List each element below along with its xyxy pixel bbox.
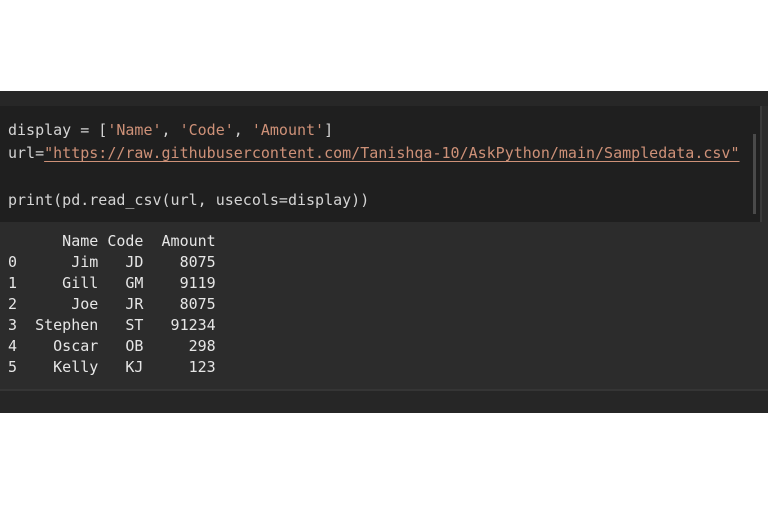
- dataframe-row: 2 Joe JR 8075: [8, 295, 216, 313]
- dataframe-row: 1 Gill GM 9119: [8, 274, 216, 292]
- code-line-print: print(pd.read_csv(url, usecols=display)): [8, 191, 370, 209]
- dataframe-row: 3 Stephen ST 91234: [8, 316, 216, 334]
- code-token: ,: [233, 121, 252, 139]
- cell-toolbar-strip: [0, 91, 768, 106]
- code-cell[interactable]: display = ['Name', 'Code', 'Amount'] url…: [0, 106, 762, 222]
- output-footer-band: [0, 389, 768, 413]
- dataframe-row: 5 Kelly KJ 123: [8, 358, 216, 376]
- url-string-link[interactable]: "https://raw.githubusercontent.com/Tanis…: [44, 144, 739, 162]
- string-literal-name: 'Name': [107, 121, 162, 139]
- code-line-url: url="https://raw.githubusercontent.com/T…: [8, 143, 740, 163]
- cell-scrollbar[interactable]: [753, 134, 756, 214]
- notebook-panel: display = ['Name', 'Code', 'Amount'] url…: [0, 91, 768, 413]
- string-literal-code: 'Code': [179, 121, 234, 139]
- code-token: url=: [8, 144, 45, 162]
- code-token: ]: [324, 121, 334, 139]
- code-token: ,: [161, 121, 180, 139]
- code-token: display = [: [8, 121, 108, 139]
- dataframe-row: 4 Oscar OB 298: [8, 337, 216, 355]
- screenshot-canvas: display = ['Name', 'Code', 'Amount'] url…: [0, 0, 768, 512]
- code-line-display: display = ['Name', 'Code', 'Amount']: [8, 120, 333, 140]
- dataframe-header: Name Code Amount: [8, 232, 216, 250]
- cell-output: Name Code Amount 0 Jim JD 8075 1 Gill GM…: [0, 224, 768, 389]
- string-literal-amount: 'Amount': [251, 121, 325, 139]
- dataframe-row: 0 Jim JD 8075: [8, 253, 216, 271]
